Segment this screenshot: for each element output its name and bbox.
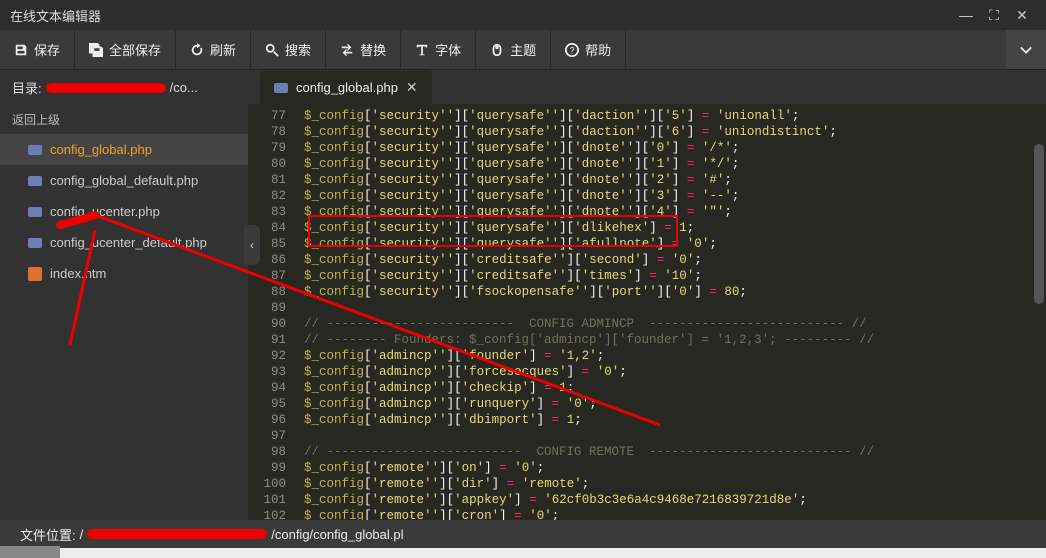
save-all-button[interactable]: 全部保存: [75, 30, 176, 69]
window-title: 在线文本编辑器: [10, 6, 101, 25]
tab-close-button[interactable]: ✕: [406, 79, 418, 96]
font-button[interactable]: 字体: [401, 30, 476, 69]
directory-path: 目录: /co...: [0, 70, 248, 105]
code-line: [294, 428, 1046, 444]
search-icon: [265, 43, 279, 57]
code-line: $_config['remote'']['appkey'] = '62cf0b3…: [294, 492, 1046, 508]
svg-text:?: ?: [570, 45, 575, 55]
redacted-status-path: [87, 529, 267, 539]
file-name: config_global_default.php: [50, 173, 198, 188]
code-line: [294, 300, 1046, 316]
file-location-label: 文件位置:: [20, 525, 76, 544]
editor-pane: config_global.php ✕ 77 78 79 80 81 82 83…: [248, 70, 1046, 520]
code-line: // -------- Founders: $_config['admincp'…: [294, 332, 1046, 348]
php-icon: [28, 145, 42, 155]
theme-icon: [490, 43, 504, 57]
file-item-config_global_default-php[interactable]: config_global_default.php: [0, 165, 248, 196]
minimize-button[interactable]: —: [952, 0, 980, 30]
refresh-button[interactable]: 刷新: [176, 30, 251, 69]
code-line: $_config['admincp'']['forcesecques'] = '…: [294, 364, 1046, 380]
save-all-icon: [89, 43, 103, 57]
code-line: $_config['security'']['querysafe'']['dno…: [294, 140, 1046, 156]
return-up-link[interactable]: 返回上级: [0, 105, 248, 134]
chevron-left-icon: ‹: [250, 238, 254, 252]
save-button[interactable]: 保存: [0, 30, 75, 69]
search-button[interactable]: 搜索: [251, 30, 326, 69]
code-line: $_config['remote'']['on'] = '0';: [294, 460, 1046, 476]
code-line: $_config['security'']['creditsafe'']['ti…: [294, 268, 1046, 284]
file-name: config_ucenter.php: [50, 204, 160, 219]
php-icon: [28, 238, 42, 248]
toolbar: 保存 全部保存 刷新 搜索 替换 字体 主题 ? 帮助: [0, 30, 1046, 70]
code-line: $_config['security'']['fsockopensafe''][…: [294, 284, 1046, 300]
status-bar: 文件位置: / /config/config_global.pl: [0, 520, 1046, 548]
code-line: $_config['remote'']['dir'] = 'remote';: [294, 476, 1046, 492]
file-name: config_ucenter_default.php: [50, 235, 207, 250]
code-line: $_config['security'']['querysafe'']['dac…: [294, 108, 1046, 124]
replace-button[interactable]: 替换: [326, 30, 401, 69]
code-line: $_config['security'']['querysafe'']['dno…: [294, 156, 1046, 172]
scrollbar[interactable]: [1034, 144, 1044, 304]
code-line: // -------------------------- CONFIG REM…: [294, 444, 1046, 460]
file-name: config_global.php: [50, 142, 152, 157]
htm-icon: [28, 267, 42, 281]
code-line: $_config['remote'']['cron'] = '0';: [294, 508, 1046, 520]
code-line: $_config['security'']['querysafe'']['dno…: [294, 188, 1046, 204]
file-name: index.htm: [50, 266, 106, 281]
code-line: $_config['admincp'']['dbimport'] = 1;: [294, 412, 1046, 428]
file-item-config_ucenter_default-php[interactable]: config_ucenter_default.php: [0, 227, 248, 258]
code-line: $_config['security'']['querysafe'']['afu…: [294, 236, 1046, 252]
tab-config-global[interactable]: config_global.php ✕: [260, 71, 432, 104]
file-location-suffix: /config/config_global.pl: [271, 527, 403, 542]
code-editor[interactable]: 77 78 79 80 81 82 83 84 85 86 87 88 89 9…: [248, 104, 1046, 520]
php-icon: [28, 207, 42, 217]
redacted-path: [46, 83, 166, 93]
close-button[interactable]: ✕: [1008, 0, 1036, 30]
font-icon: [415, 43, 429, 57]
php-icon: [28, 176, 42, 186]
code-line: $_config['security'']['querysafe'']['dli…: [294, 220, 1046, 236]
line-number-gutter: 77 78 79 80 81 82 83 84 85 86 87 88 89 9…: [248, 104, 294, 520]
help-icon: ?: [565, 43, 579, 57]
sidebar-collapse-handle[interactable]: ‹: [244, 225, 260, 265]
file-item-config_ucenter-php[interactable]: config_ucenter.php: [0, 196, 248, 227]
code-line: $_config['security'']['querysafe'']['dno…: [294, 172, 1046, 188]
help-button[interactable]: ? 帮助: [551, 30, 626, 69]
code-content[interactable]: $_config['security'']['querysafe'']['dac…: [294, 104, 1046, 520]
code-line: $_config['admincp'']['founder'] = '1,2';: [294, 348, 1046, 364]
file-list: config_global.php config_global_default.p…: [0, 134, 248, 520]
titlebar: 在线文本编辑器 — ⛶ ✕: [0, 0, 1046, 30]
code-line: $_config['admincp'']['runquery'] = '0';: [294, 396, 1046, 412]
maximize-button[interactable]: ⛶: [980, 0, 1008, 30]
tab-bar: config_global.php ✕: [248, 70, 1046, 104]
code-line: $_config['admincp'']['checkip'] = 1;: [294, 380, 1046, 396]
replace-icon: [340, 43, 354, 57]
sidebar: 目录: /co... 返回上级 config_global.phpconfig_…: [0, 70, 248, 520]
theme-button[interactable]: 主题: [476, 30, 551, 69]
refresh-icon: [190, 43, 204, 57]
php-icon: [274, 83, 288, 93]
code-line: // ------------------------- CONFIG ADMI…: [294, 316, 1046, 332]
file-item-index-htm[interactable]: index.htm: [0, 258, 248, 289]
code-line: $_config['security'']['querysafe'']['dac…: [294, 124, 1046, 140]
code-line: $_config['security'']['creditsafe'']['se…: [294, 252, 1046, 268]
code-line: $_config['security'']['querysafe'']['dno…: [294, 204, 1046, 220]
file-item-config_global-php[interactable]: config_global.php: [0, 134, 248, 165]
chevron-down-icon: [1019, 43, 1033, 57]
toolbar-collapse-button[interactable]: [1006, 30, 1046, 69]
save-icon: [14, 43, 28, 57]
